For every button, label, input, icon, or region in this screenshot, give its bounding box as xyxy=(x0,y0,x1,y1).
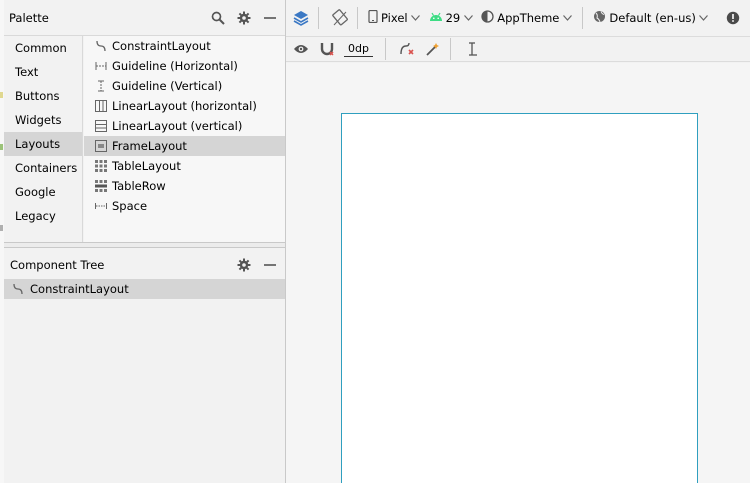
orientation-icon[interactable] xyxy=(329,7,351,29)
linear-layout-vertical-icon xyxy=(94,120,107,133)
minimize-icon[interactable] xyxy=(259,254,281,276)
warning-icon[interactable] xyxy=(722,7,744,29)
toolbar-separator xyxy=(357,7,358,29)
api-level-dropdown[interactable]: 29 xyxy=(425,11,478,25)
palette-item-label: Guideline (Vertical) xyxy=(112,79,223,93)
palette-category-google[interactable]: Google xyxy=(4,180,82,204)
eye-icon[interactable] xyxy=(290,38,312,60)
space-icon xyxy=(94,200,107,213)
edge-marker xyxy=(0,144,3,150)
palette-item-list: ConstraintLayout Guideline (Horizontal) … xyxy=(84,36,285,242)
chevron-down-icon xyxy=(411,13,421,23)
palette-item-label: TableLayout xyxy=(112,159,181,173)
palette-item-guideline-vertical[interactable]: Guideline (Vertical) xyxy=(84,76,285,96)
device-dropdown[interactable]: Pixel xyxy=(364,9,425,26)
design-editor: Palette Common Text Buttons Widgets Layo… xyxy=(0,0,750,483)
gear-icon[interactable] xyxy=(233,7,255,29)
theme-label: AppTheme xyxy=(497,11,560,25)
magnet-icon[interactable] xyxy=(316,38,338,60)
palette-category-containers[interactable]: Containers xyxy=(4,156,82,180)
constraint-layout-icon xyxy=(94,40,107,53)
component-tree-header: Component Tree xyxy=(4,252,285,278)
toolbar-separator xyxy=(384,38,386,60)
palette-item-label: FrameLayout xyxy=(112,139,187,153)
toolbar-separator xyxy=(449,38,451,60)
palette-item-linearlayout-vertical[interactable]: LinearLayout (vertical) xyxy=(84,116,285,136)
palette-item-label: LinearLayout (vertical) xyxy=(112,119,243,133)
table-layout-icon xyxy=(94,160,107,173)
toolbar-separator xyxy=(582,7,584,29)
palette-category-layouts[interactable]: Layouts xyxy=(4,132,82,156)
tree-row-constraintlayout[interactable]: ConstraintLayout xyxy=(4,279,285,299)
guideline-horizontal-icon xyxy=(94,60,107,73)
palette-category-legacy[interactable]: Legacy xyxy=(4,204,82,228)
palette-item-tablerow[interactable]: TableRow xyxy=(84,176,285,196)
palette-item-label: Space xyxy=(112,199,148,213)
toolbar-separator xyxy=(318,7,319,29)
globe-icon xyxy=(593,10,606,26)
chevron-down-icon xyxy=(562,13,572,23)
panel-splitter[interactable] xyxy=(4,242,285,248)
palette-item-label: ConstraintLayout xyxy=(112,39,211,53)
layers-icon[interactable] xyxy=(290,7,312,29)
palette-item-label: TableRow xyxy=(112,179,166,193)
android-icon xyxy=(429,11,443,25)
locale-label: Default (en-us) xyxy=(609,11,696,25)
palette-item-linearlayout-horizontal[interactable]: LinearLayout (horizontal) xyxy=(84,96,285,116)
palette-item-space[interactable]: Space xyxy=(84,196,285,216)
clear-constraints-icon[interactable] xyxy=(396,38,418,60)
guideline-vertical-icon xyxy=(94,80,107,93)
default-margin-value[interactable]: 0dp xyxy=(344,42,373,57)
chevron-down-icon xyxy=(699,13,709,23)
minimize-icon[interactable] xyxy=(259,7,281,29)
palette-item-tablelayout[interactable]: TableLayout xyxy=(84,156,285,176)
theme-icon xyxy=(481,10,494,26)
palette-category-common[interactable]: Common xyxy=(4,36,82,60)
api-level-label: 29 xyxy=(445,11,461,25)
design-toolbar: Pixel 29 AppTheme Default (en-us) xyxy=(286,0,750,37)
palette-header: Palette xyxy=(4,0,285,36)
design-canvas[interactable] xyxy=(286,63,750,483)
component-tree-title: Component Tree xyxy=(10,258,105,272)
guidelines-icon[interactable] xyxy=(461,38,483,60)
device-label: Pixel xyxy=(381,11,408,25)
palette-item-label: LinearLayout (horizontal) xyxy=(112,99,257,113)
search-icon[interactable] xyxy=(207,7,229,29)
palette-category-text[interactable]: Text xyxy=(4,60,82,84)
palette-item-framelayout[interactable]: FrameLayout xyxy=(84,136,285,156)
tree-row-label: ConstraintLayout xyxy=(30,282,129,296)
locale-dropdown[interactable]: Default (en-us) xyxy=(589,10,712,26)
palette-category-widgets[interactable]: Widgets xyxy=(4,108,82,132)
palette-item-guideline-horizontal[interactable]: Guideline (Horizontal) xyxy=(84,56,285,76)
phone-icon xyxy=(368,9,378,26)
chevron-down-icon xyxy=(463,13,473,23)
palette-category-list: Common Text Buttons Widgets Layouts Cont… xyxy=(4,36,83,242)
magic-wand-icon[interactable] xyxy=(422,38,444,60)
linear-layout-horizontal-icon xyxy=(94,100,107,113)
edge-marker xyxy=(0,92,3,98)
device-preview-frame[interactable] xyxy=(341,113,698,483)
constraint-layout-icon xyxy=(12,282,26,296)
frame-layout-icon xyxy=(94,140,107,153)
left-panel: Palette Common Text Buttons Widgets Layo… xyxy=(0,0,286,483)
table-row-icon xyxy=(94,180,107,193)
gear-icon[interactable] xyxy=(233,254,255,276)
theme-dropdown[interactable]: AppTheme xyxy=(477,10,576,26)
palette-title: Palette xyxy=(9,10,49,25)
palette-item-constraintlayout[interactable]: ConstraintLayout xyxy=(84,36,285,56)
edge-marker xyxy=(0,225,3,231)
palette-category-buttons[interactable]: Buttons xyxy=(4,84,82,108)
layout-toolbar: 0dp xyxy=(286,37,750,62)
palette-item-label: Guideline (Horizontal) xyxy=(112,59,238,73)
